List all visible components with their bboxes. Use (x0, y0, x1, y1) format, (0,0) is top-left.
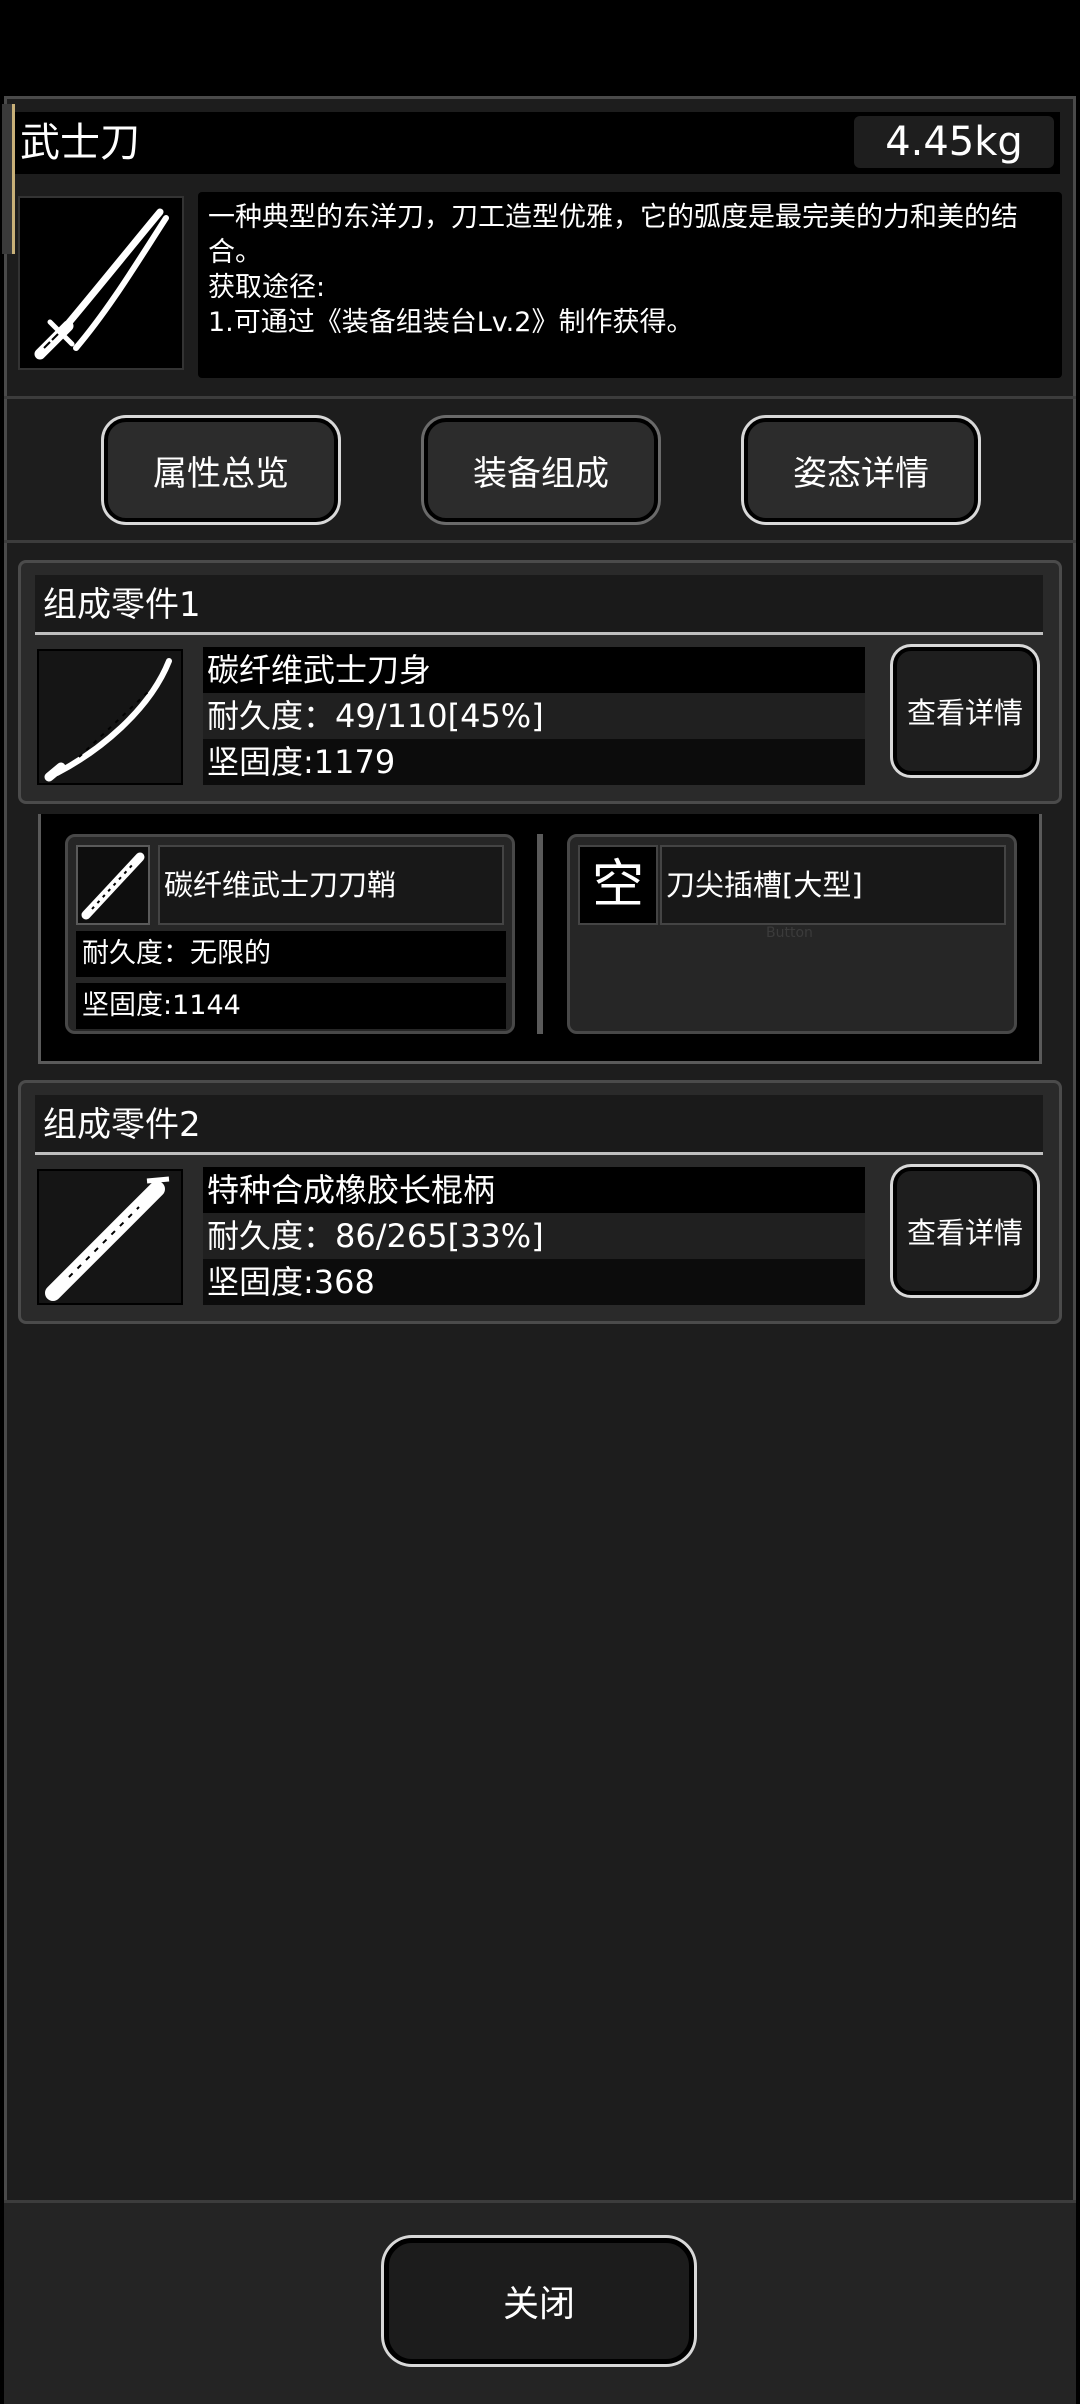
part-hardness: 坚固度:1179 (203, 739, 865, 785)
equipment-detail-screen: 武士刀 4.45kg 一种典型的东洋刀，刀工造型优雅，它的弧度是最完美的力和美的… (0, 0, 1080, 2404)
empty-slot-indicator: 空 (578, 845, 658, 925)
sub-component-sheath[interactable]: 碳纤维武士刀刀鞘 耐久度：无限的 坚固度:1144 (65, 834, 515, 1034)
tab-equipment-composition[interactable]: 装备组成 (424, 418, 658, 522)
part-header: 组成零件2 (35, 1095, 1043, 1155)
part-durability: 耐久度：86/265[33%] (203, 1213, 865, 1259)
title-accent (2, 104, 15, 254)
view-details-button[interactable]: 查看详情 (893, 1167, 1037, 1295)
sub-divider (537, 834, 543, 1034)
tab-stance-details[interactable]: 姿态详情 (744, 418, 978, 522)
sub-slot-tip[interactable]: 空 刀尖插槽[大型] Button (567, 834, 1017, 1034)
part-name: 特种合成橡胶长棍柄 (203, 1167, 865, 1213)
view-details-button[interactable]: 查看详情 (893, 647, 1037, 775)
katana-icon (18, 196, 184, 370)
description-line-3: 1.可通过《装备组装台Lv.2》制作获得。 (208, 307, 694, 338)
sub-component-area: 碳纤维武士刀刀鞘 耐久度：无限的 坚固度:1144 空 刀尖插槽[大型] But… (38, 814, 1042, 1064)
part-card-1: 组成零件1 碳纤维武士刀身 耐久度：49/110[45%] 坚固度:1179 查… (18, 560, 1062, 804)
tab-attribute-overview[interactable]: 属性总览 (104, 418, 338, 522)
part-card-2: 组成零件2 特种合成橡胶长棍柄 耐久度：86/265[33%] 坚固度:368 … (18, 1080, 1062, 1324)
part-header: 组成零件1 (35, 575, 1043, 635)
part-info: 特种合成橡胶长棍柄 耐久度：86/265[33%] 坚固度:368 (203, 1167, 865, 1307)
sub-component-hardness: 坚固度:1144 (76, 983, 506, 1029)
item-name: 武士刀 (20, 120, 140, 166)
divider (4, 396, 1076, 399)
part-hardness: 坚固度:368 (203, 1259, 865, 1305)
divider (4, 540, 1076, 543)
sub-component-name: 碳纤维武士刀刀鞘 (158, 845, 504, 925)
sheath-icon (76, 845, 150, 925)
item-description: 一种典型的东洋刀，刀工造型优雅，它的弧度是最完美的力和美的结合。 获取途径: 1… (198, 192, 1062, 378)
part-name: 碳纤维武士刀身 (203, 647, 865, 693)
description-line-2: 获取途径: (208, 272, 326, 303)
part-info: 碳纤维武士刀身 耐久度：49/110[45%] 坚固度:1179 (203, 647, 865, 787)
part-durability: 耐久度：49/110[45%] (203, 693, 865, 739)
blade-icon (37, 649, 183, 785)
sub-component-durability: 耐久度：无限的 (76, 931, 506, 977)
slot-name: 刀尖插槽[大型] (660, 845, 1006, 925)
item-title-bar: 武士刀 4.45kg (2, 104, 1060, 254)
slot-hint: Button (766, 925, 813, 941)
description-line-1: 一种典型的东洋刀，刀工造型优雅，它的弧度是最完美的力和美的结合。 (208, 202, 1018, 268)
item-weight: 4.45kg (854, 116, 1054, 168)
handle-icon (37, 1169, 183, 1305)
close-button[interactable]: 关闭 (384, 2238, 694, 2364)
